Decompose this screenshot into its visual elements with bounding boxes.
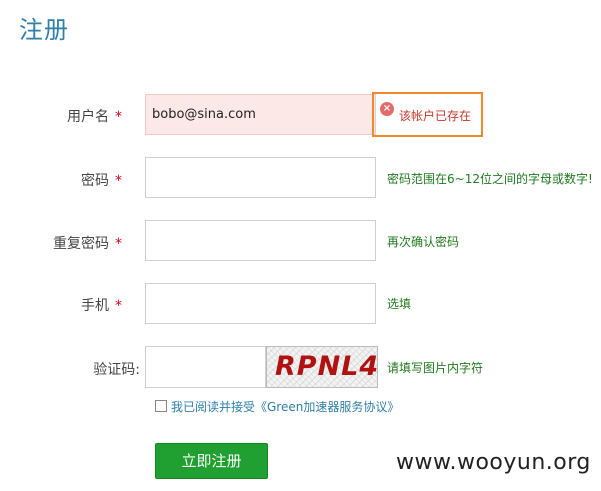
agreement-link[interactable]: 我已阅读并接受《Green加速器服务协议》 xyxy=(171,400,399,414)
repeat-password-label: 重复密码 xyxy=(53,236,109,252)
captcha-image[interactable]: RPNL4 xyxy=(266,346,378,388)
captcha-label: 验证码: xyxy=(93,362,140,378)
phone-input[interactable] xyxy=(145,283,376,324)
phone-label-row: 手机 * xyxy=(12,295,122,315)
register-button[interactable]: 立即注册 xyxy=(155,443,268,479)
username-error-text: 该帐户已存在 xyxy=(399,109,472,123)
required-mark: * xyxy=(115,109,122,125)
username-input[interactable] xyxy=(145,94,376,135)
required-mark: * xyxy=(115,298,122,314)
captcha-input[interactable] xyxy=(145,346,266,388)
repeat-password-label-row: 重复密码 * xyxy=(12,233,122,253)
phone-label: 手机 xyxy=(81,298,109,314)
password-label: 密码 xyxy=(81,173,109,189)
password-hint: 密码范围在6~12位之间的字母或数字! xyxy=(387,172,593,186)
repeat-password-input[interactable] xyxy=(145,220,376,261)
watermark-text: www.wooyun.org xyxy=(396,450,591,475)
captcha-image-text: RPNL4 xyxy=(275,351,378,382)
required-mark: * xyxy=(115,173,122,189)
required-mark: * xyxy=(115,236,122,252)
username-label: 用户名 xyxy=(67,109,109,125)
agreement-checkbox[interactable] xyxy=(155,400,167,412)
error-circle-icon: × xyxy=(380,102,394,116)
captcha-hint: 请填写图片内字符 xyxy=(387,361,484,375)
page-title: 注册 xyxy=(19,16,69,44)
repeat-password-hint: 再次确认密码 xyxy=(387,235,460,249)
username-error-box: × 该帐户已存在 xyxy=(372,92,483,137)
username-label-row: 用户名 * xyxy=(12,106,122,126)
password-label-row: 密码 * xyxy=(12,170,122,190)
phone-hint: 选填 xyxy=(387,297,412,311)
agreement-row: 我已阅读并接受《Green加速器服务协议》 xyxy=(155,398,399,415)
password-input[interactable] xyxy=(145,157,376,198)
